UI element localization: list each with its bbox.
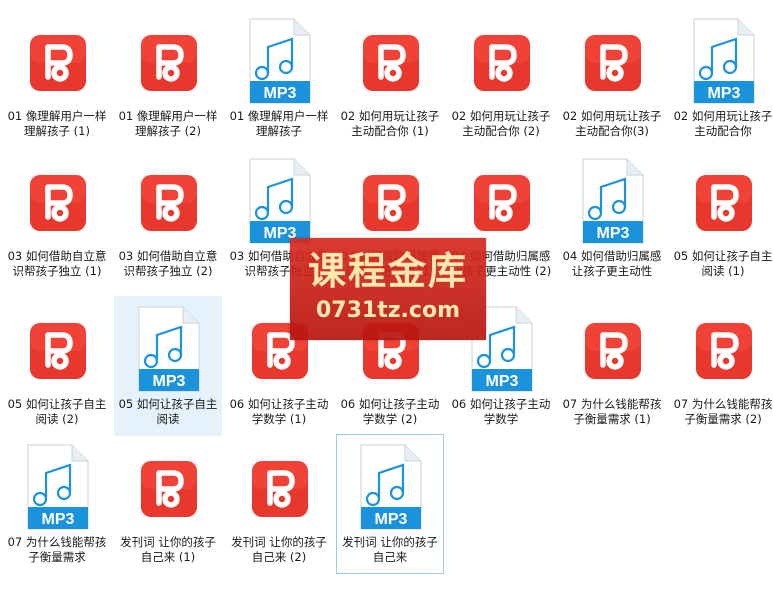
mp3-badge: MP3 [264,85,297,102]
mp3-file-icon: MP3 [359,443,423,531]
mp3-badge: MP3 [708,85,741,102]
file-item[interactable]: 02 如何用玩让孩子主动配合你 (2) [447,8,555,148]
file-name: 04 如何借助归属感让孩子更主动性 [562,249,662,278]
file-name: 01 像理解用户一样理解孩子 (2) [118,109,218,138]
pdf-file-icon [363,175,419,231]
file-name: 07 为什么钱能帮孩子衡量需求 (1) [562,397,662,426]
file-item[interactable]: 05 如何让孩子自主阅读 (2) [3,296,111,436]
mp3-file-icon: MP3 [582,158,644,244]
pdf-file-icon [474,35,530,91]
pdf-file-icon [359,157,423,245]
mp3-badge: MP3 [153,373,186,390]
file-name: 发刊词 让你的孩子自己来 (1) [120,535,216,564]
mp3-file-icon: MP3 [137,305,201,393]
file-name: 03 如何借助自立意识帮孩子独立 (1) [7,249,107,278]
pdf-file-icon [696,175,752,231]
pdf-file-icon [26,157,90,245]
file-item[interactable]: 03 如何借助自立意识帮孩子独立 (2) [114,148,222,288]
file-name: 01 像理解用户一样理解孩子 [229,109,329,138]
mp3-file-icon: MP3 [249,158,311,244]
pdf-file-icon [252,461,308,517]
mp3-file-icon: MP3 [693,18,755,104]
pdf-file-icon [141,461,197,517]
pdf-file-icon [585,35,641,91]
file-item[interactable]: 02 如何用玩让孩子主动配合你(3) [558,8,666,148]
mp3-file-icon: MP3 [27,444,89,530]
pdf-file-icon [470,157,534,245]
pdf-file-icon [692,305,756,393]
watermark-title: 课程金库 [307,248,468,293]
pdf-file-icon [696,323,752,379]
pdf-file-icon [585,323,641,379]
mp3-badge: MP3 [486,373,519,390]
pdf-file-icon [30,323,86,379]
file-item[interactable]: 发刊词 让你的孩子自己来 (2) [225,434,333,574]
file-name: 06 如何让孩子主动学数学 (1) [229,397,329,426]
mp3-file-icon: MP3 [581,157,645,245]
file-item[interactable]: MP3 04 如何借助归属感让孩子更主动性 [558,148,666,288]
mp3-badge: MP3 [375,511,408,528]
file-name: 06 如何让孩子主动学数学 [451,397,551,426]
file-item[interactable]: MP3 05 如何让孩子自主阅读 [114,296,222,436]
file-item[interactable]: MP3 02 如何用玩让孩子主动配合你 [669,8,773,148]
watermark-stamp: 课程金库 0731tz.com [290,238,486,340]
file-name: 02 如何用玩让孩子主动配合你(3) [562,109,662,138]
file-name: 05 如何让孩子自主阅读 (1) [673,249,773,278]
file-name: 02 如何用玩让孩子主动配合你 (1) [340,109,440,138]
file-name: 发刊词 让你的孩子自己来 (2) [231,535,327,564]
watermark-url: 0731tz.com [316,298,460,323]
pdf-file-icon [141,35,197,91]
pdf-file-icon [137,157,201,245]
pdf-file-icon [581,17,645,105]
mp3-file-icon: MP3 [248,157,312,245]
pdf-file-icon [141,175,197,231]
file-name: 发刊词 让你的孩子自己来 [342,535,438,564]
mp3-file-icon: MP3 [138,306,200,392]
file-item[interactable]: 05 如何让孩子自主阅读 (1) [669,148,773,288]
file-item[interactable]: 01 像理解用户一样理解孩子 (2) [114,8,222,148]
mp3-file-icon: MP3 [248,17,312,105]
pdf-file-icon [363,35,419,91]
file-name: 05 如何让孩子自主阅读 (2) [7,397,107,426]
file-item[interactable]: 发刊词 让你的孩子自己来 (1) [114,434,222,574]
file-name: 02 如何用玩让孩子主动配合你 [673,109,773,138]
mp3-file-icon: MP3 [249,18,311,104]
pdf-file-icon [26,305,90,393]
file-name: 03 如何借助自立意识帮孩子独立 (2) [118,249,218,278]
file-name: 01 像理解用户一样理解孩子 (1) [7,109,107,138]
file-item[interactable]: 03 如何借助自立意识帮孩子独立 (1) [3,148,111,288]
mp3-badge: MP3 [42,511,75,528]
pdf-file-icon [137,443,201,531]
mp3-file-icon: MP3 [26,443,90,531]
file-item[interactable]: 01 像理解用户一样理解孩子 (1) [3,8,111,148]
file-name: 06 如何让孩子主动学数学 (2) [340,397,440,426]
file-name: 07 为什么钱能帮孩子衡量需求 (2) [673,397,773,426]
mp3-file-icon: MP3 [360,444,422,530]
file-name: 02 如何用玩让孩子主动配合你 (2) [451,109,551,138]
file-item[interactable]: 07 为什么钱能帮孩子衡量需求 (1) [558,296,666,436]
pdf-file-icon [30,175,86,231]
file-item[interactable]: MP3 07 为什么钱能帮孩子衡量需求 [3,434,111,574]
pdf-file-icon [137,17,201,105]
file-item[interactable]: MP3 01 像理解用户一样理解孩子 [225,8,333,148]
file-name: 05 如何让孩子自主阅读 [118,397,218,426]
file-item[interactable]: MP3 发刊词 让你的孩子自己来 [336,434,444,574]
file-name: 07 为什么钱能帮孩子衡量需求 [7,535,107,564]
pdf-file-icon [692,157,756,245]
pdf-file-icon [474,175,530,231]
pdf-file-icon [581,305,645,393]
file-item[interactable]: 02 如何用玩让孩子主动配合你 (1) [336,8,444,148]
mp3-file-icon: MP3 [692,17,756,105]
pdf-file-icon [470,17,534,105]
pdf-file-icon [248,443,312,531]
pdf-file-icon [26,17,90,105]
file-item[interactable]: 07 为什么钱能帮孩子衡量需求 (2) [669,296,773,436]
pdf-file-icon [359,17,423,105]
pdf-file-icon [30,35,86,91]
mp3-badge: MP3 [597,225,630,242]
